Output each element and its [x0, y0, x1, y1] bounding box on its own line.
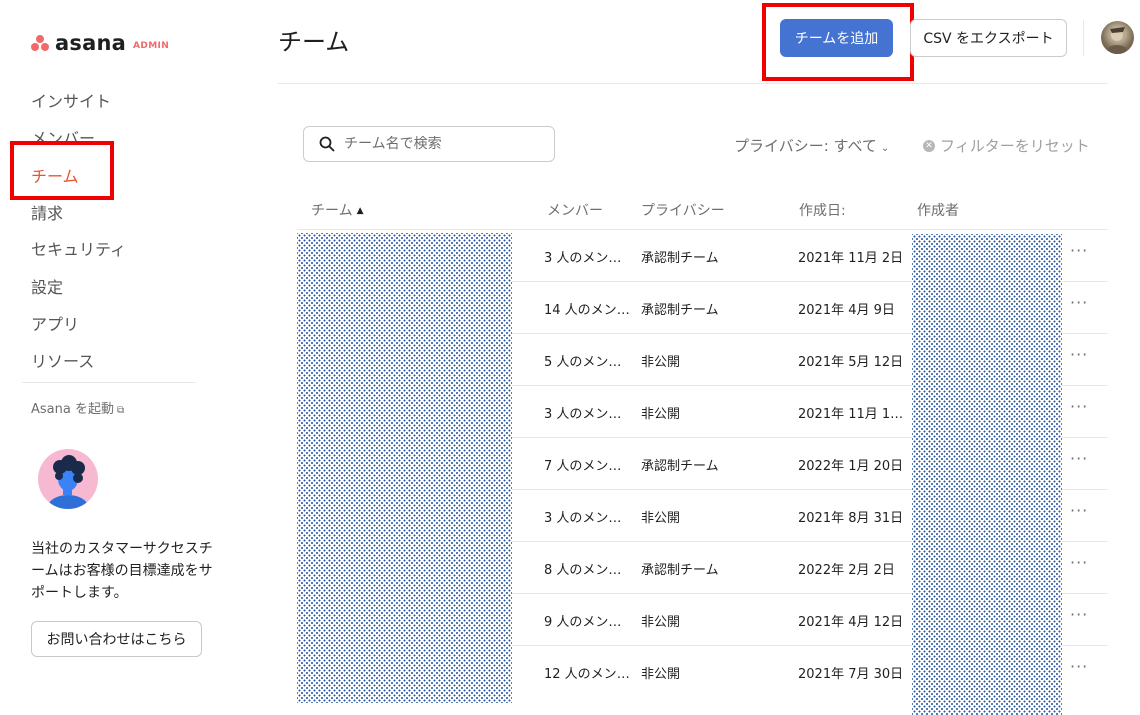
privacy-cell: 非公開: [641, 667, 681, 682]
privacy-cell: 承認制チーム: [641, 563, 719, 578]
column-header-privacy[interactable]: プライバシー: [641, 200, 725, 220]
more-options-icon[interactable]: ···: [1070, 397, 1088, 416]
privacy-cell: 非公開: [641, 511, 681, 526]
add-team-highlight-box: [762, 3, 914, 81]
sidebar-item-billing[interactable]: 請求: [31, 200, 63, 224]
created-date-cell: 2021年 4月 12日: [798, 615, 904, 630]
privacy-cell: 承認制チーム: [641, 303, 719, 318]
created-date-cell: 2021年 5月 12日: [798, 355, 904, 370]
launch-asana-label: Asana を起動: [31, 402, 114, 417]
more-options-icon[interactable]: ···: [1070, 657, 1088, 676]
reset-filters-label: フィルターをリセット: [940, 137, 1090, 155]
created-date-cell: 2021年 8月 31日: [798, 511, 904, 526]
redacted-creator-names: [912, 234, 1062, 715]
more-options-icon[interactable]: ···: [1070, 345, 1088, 364]
brand-name: asana: [55, 31, 126, 55]
redacted-team-names: [297, 233, 512, 703]
sidebar-item-security[interactable]: セキュリティ: [31, 236, 126, 260]
column-header-creator[interactable]: 作成者: [917, 200, 959, 220]
privacy-cell: 非公開: [641, 615, 681, 630]
members-cell: 5 人のメンバー: [544, 355, 632, 370]
column-header-team-label: チーム: [311, 203, 353, 219]
created-date-cell: 2022年 2月 2日: [798, 563, 895, 578]
search-icon: [319, 136, 335, 152]
admin-badge: ADMIN: [132, 40, 170, 51]
members-cell: 8 人のメンバー: [544, 563, 632, 578]
sidebar: asana ADMIN インサイト メンバー チーム 請求 セキュリティ 設定 …: [0, 0, 230, 715]
created-date-cell: 2021年 11月 19日: [798, 407, 908, 422]
team-search-input[interactable]: [344, 136, 534, 152]
sidebar-item-insights[interactable]: インサイト: [31, 88, 111, 112]
asana-admin-logo[interactable]: asana ADMIN: [30, 31, 169, 55]
team-search-box[interactable]: [303, 126, 555, 162]
header-separator: [1083, 20, 1084, 56]
more-options-icon[interactable]: ···: [1070, 501, 1088, 520]
privacy-cell: 非公開: [641, 407, 681, 422]
sidebar-item-resources[interactable]: リソース: [31, 348, 94, 372]
privacy-cell: 非公開: [641, 355, 681, 370]
more-options-icon[interactable]: ···: [1070, 553, 1088, 572]
members-cell: 3 人のメンバー: [544, 407, 632, 422]
members-cell: 14 人のメンバー: [544, 303, 632, 318]
privacy-filter-label: プライバシー: すべて: [734, 137, 877, 155]
more-options-icon[interactable]: ···: [1070, 449, 1088, 468]
teams-highlight-box: [10, 141, 114, 200]
external-link-icon: ⧉: [116, 405, 125, 416]
page-title: チーム: [278, 28, 350, 56]
more-options-icon[interactable]: ···: [1070, 241, 1088, 260]
members-cell: 9 人のメンバー: [544, 615, 632, 630]
members-cell: 12 人のメンバー: [544, 667, 632, 682]
reset-filters-button[interactable]: ✕ フィルターをリセット: [923, 135, 1090, 156]
created-date-cell: 2021年 4月 9日: [798, 303, 895, 318]
more-options-icon[interactable]: ···: [1070, 293, 1088, 312]
members-cell: 3 人のメンバー: [544, 251, 632, 266]
contact-us-button[interactable]: お問い合わせはこちら: [31, 621, 202, 657]
sidebar-item-apps[interactable]: アプリ: [31, 311, 79, 335]
column-header-members[interactable]: メンバー: [547, 200, 603, 220]
members-cell: 3 人のメンバー: [544, 511, 632, 526]
privacy-cell: 承認制チーム: [641, 251, 719, 266]
column-header-created[interactable]: 作成日:: [799, 200, 846, 220]
more-options-icon[interactable]: ···: [1070, 605, 1088, 624]
created-date-cell: 2021年 7月 30日: [798, 667, 904, 682]
sort-ascending-icon: ▲: [356, 206, 364, 216]
chevron-down-icon: ⌄: [880, 143, 890, 154]
user-avatar[interactable]: [1101, 21, 1134, 54]
asana-logo-icon: [30, 34, 50, 52]
help-text: 当社のカスタマーサクセスチームはお客様の目標達成をサポートします。: [31, 541, 213, 601]
members-cell: 7 人のメンバー: [544, 459, 632, 474]
export-csv-button[interactable]: CSV をエクスポート: [910, 19, 1067, 57]
column-header-team[interactable]: チーム ▲: [311, 200, 364, 220]
created-date-cell: 2022年 1月 20日: [798, 459, 904, 474]
header-divider: [278, 83, 1108, 84]
created-date-cell: 2021年 11月 2日: [798, 251, 904, 266]
sidebar-divider: [22, 382, 196, 383]
clear-filter-icon: ✕: [923, 139, 935, 152]
customer-success-avatar: [38, 449, 98, 509]
privacy-filter-dropdown[interactable]: プライバシー: すべて ⌄: [734, 135, 889, 156]
sidebar-item-settings[interactable]: 設定: [31, 274, 63, 298]
privacy-cell: 承認制チーム: [641, 459, 719, 474]
launch-asana-link[interactable]: Asana を起動 ⧉: [31, 398, 124, 417]
